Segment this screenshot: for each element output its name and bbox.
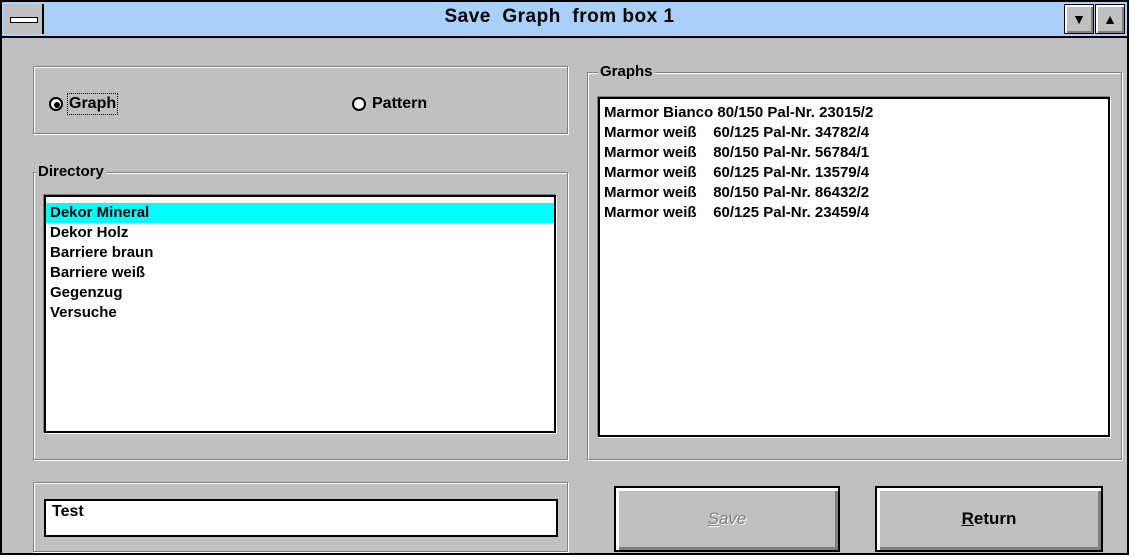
graphs-label: Graphs bbox=[598, 63, 655, 80]
save-graph-dialog: Save Graph from box 1 ▼ ▲ Graph Pattern … bbox=[0, 0, 1129, 555]
directory-list-item[interactable]: Gegenzug bbox=[46, 283, 554, 303]
filename-input[interactable]: Test bbox=[44, 499, 558, 537]
directory-list-item[interactable]: Versuche bbox=[46, 303, 554, 323]
graphs-list-item[interactable]: Marmor weiß 80/150 Pal-Nr. 56784/1 bbox=[600, 143, 1108, 163]
graph-radio-label: Graph bbox=[66, 93, 119, 115]
graphs-list[interactable]: Marmor Bianco 80/150 Pal-Nr. 23015/2 Marm… bbox=[598, 97, 1110, 437]
graphs-list-item[interactable]: Marmor weiß 60/125 Pal-Nr. 34782/4 bbox=[600, 123, 1108, 143]
radio-selected-icon bbox=[49, 97, 63, 111]
graphs-list-item[interactable]: Marmor weiß 80/150 Pal-Nr. 86432/2 bbox=[600, 183, 1108, 203]
save-mnemonic: S bbox=[707, 509, 719, 528]
title-bar[interactable]: Save Graph from box 1 ▼ ▲ bbox=[2, 2, 1127, 38]
graph-radio[interactable]: Graph bbox=[49, 93, 119, 115]
pattern-radio-label: Pattern bbox=[372, 95, 428, 112]
directory-list-item[interactable]: Barriere weiß bbox=[46, 263, 554, 283]
save-label-rest: ave bbox=[718, 509, 747, 528]
directory-list-item[interactable]: Barriere braun bbox=[46, 243, 554, 263]
system-menu-icon bbox=[10, 17, 38, 23]
return-label-rest: eturn bbox=[973, 509, 1017, 528]
radio-unselected-icon bbox=[352, 97, 366, 111]
window-title: Save Graph from box 1 bbox=[444, 6, 675, 27]
directory-group: Directory Dekor Mineral Dekor Holz Barrier… bbox=[33, 163, 568, 460]
arrow-up-icon: ▲ bbox=[1103, 11, 1117, 27]
mode-group: Graph Pattern bbox=[33, 66, 568, 134]
save-button[interactable]: Save bbox=[614, 486, 840, 552]
return-button[interactable]: Return bbox=[875, 486, 1103, 552]
system-menu-button[interactable] bbox=[4, 4, 44, 34]
directory-list-item[interactable]: Dekor Mineral bbox=[46, 203, 554, 223]
pattern-radio[interactable]: Pattern bbox=[352, 95, 427, 113]
minimize-button[interactable]: ▼ bbox=[1064, 4, 1094, 34]
filename-group: Test bbox=[33, 482, 568, 552]
directory-label: Directory bbox=[36, 163, 106, 180]
graphs-list-item[interactable]: Marmor weiß 60/125 Pal-Nr. 23459/4 bbox=[600, 203, 1108, 223]
graphs-group: Graphs Marmor Bianco 80/150 Pal-Nr. 2301… bbox=[587, 63, 1122, 460]
graphs-list-item[interactable]: Marmor weiß 60/125 Pal-Nr. 13579/4 bbox=[600, 163, 1108, 183]
directory-list[interactable]: Dekor Mineral Dekor Holz Barriere braun Bar… bbox=[44, 195, 556, 433]
directory-list-item[interactable]: Dekor Holz bbox=[46, 223, 554, 243]
graphs-list-item[interactable]: Marmor Bianco 80/150 Pal-Nr. 23015/2 bbox=[600, 103, 1108, 123]
arrow-down-icon: ▼ bbox=[1072, 11, 1086, 27]
maximize-button[interactable]: ▲ bbox=[1095, 4, 1125, 34]
return-mnemonic: R bbox=[961, 509, 974, 528]
